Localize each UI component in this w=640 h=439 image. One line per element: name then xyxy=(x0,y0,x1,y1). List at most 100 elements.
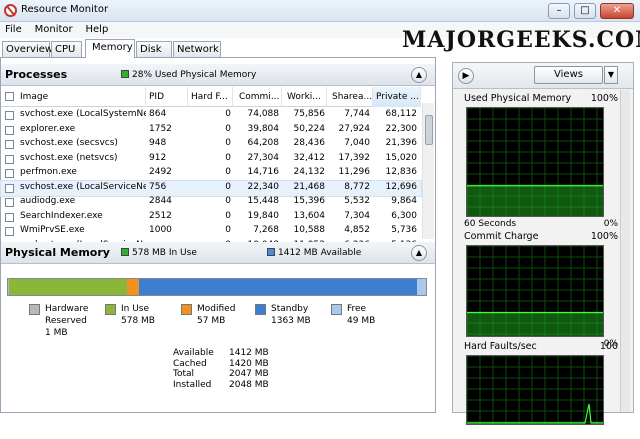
table-row[interactable]: SearchIndexer.exe 2512 0 19,840 13,604 7,304 6… xyxy=(1,210,421,225)
table-cell: 12,696 xyxy=(385,181,418,192)
table-cell: 6,300 xyxy=(391,210,417,221)
majorgeeks-logo: MAJORGEEKS.COM xyxy=(402,27,640,53)
table-cell: 2512 xyxy=(149,210,172,221)
row-checkbox[interactable] xyxy=(5,111,14,120)
table-cell: 912 xyxy=(149,152,167,163)
graph-panel: Used Physical Memory 100% 60 Seconds 0% xyxy=(458,93,628,231)
legend-label: In Use xyxy=(121,304,150,314)
select-all-checkbox[interactable] xyxy=(5,92,14,101)
legend-swatch xyxy=(331,304,342,315)
menu-help[interactable]: Help xyxy=(81,22,114,35)
menu-monitor[interactable]: Monitor xyxy=(30,22,78,35)
legend-swatch xyxy=(255,304,266,315)
table-row[interactable]: perfmon.exe 2492 0 14,716 24,132 11,296 12,836 xyxy=(1,166,421,181)
row-checkbox[interactable] xyxy=(5,140,14,149)
table-cell: audiodg.exe xyxy=(20,196,76,206)
available-info: 1412 MB Available xyxy=(267,248,361,258)
table-cell: 2844 xyxy=(149,196,172,206)
table-row[interactable]: svchost.exe (LocalSystemNet...864 0 74,088… xyxy=(1,108,421,123)
table-cell: 14,716 xyxy=(247,167,280,177)
col-commit[interactable]: Commi... xyxy=(233,87,282,107)
tab-disk[interactable]: Disk xyxy=(136,41,172,57)
collapse-physical-memory-icon[interactable]: ▲ xyxy=(411,245,427,261)
graph-pane-scrollbar[interactable] xyxy=(620,90,630,412)
graph-pane: ▶ Views ▼ Used Physical Memory 100% 60 Sec… xyxy=(452,62,634,425)
menu-file[interactable]: File xyxy=(0,22,27,35)
summary-row: Available 1412 MB xyxy=(173,348,269,359)
table-cell: 12,836 xyxy=(385,167,418,177)
table-row[interactable]: audiodg.exe 2844 0 15,448 15,396 5,532 9,864 xyxy=(1,195,421,210)
views-button[interactable]: Views xyxy=(534,66,603,84)
tab-memory[interactable]: Memory xyxy=(85,39,135,58)
graph-canvas xyxy=(466,355,604,425)
summary-label: Cached xyxy=(173,358,207,369)
table-cell: 7,744 xyxy=(344,109,370,119)
col-image[interactable]: Image xyxy=(18,87,146,107)
row-checkbox[interactable] xyxy=(5,154,14,164)
physical-memory-title: Physical Memory xyxy=(5,246,110,259)
views-dropdown-icon[interactable]: ▼ xyxy=(604,66,618,84)
tab-cpu[interactable]: CPU xyxy=(51,41,82,57)
table-cell: 4,852 xyxy=(344,225,370,235)
table-cell: svchost.exe (netsvcs) xyxy=(20,152,118,163)
table-cell: 0 xyxy=(225,123,231,134)
close-button[interactable]: ✕ xyxy=(600,3,634,19)
row-checkbox[interactable] xyxy=(5,198,14,207)
process-table-scrollbar[interactable] xyxy=(422,103,434,239)
table-cell: 27,304 xyxy=(247,152,280,163)
tab-network[interactable]: Network xyxy=(173,41,221,57)
collapse-processes-icon[interactable]: ▲ xyxy=(411,67,427,83)
table-cell: 75,856 xyxy=(293,109,326,119)
graph-title: Hard Faults/sec xyxy=(464,341,537,352)
table-row[interactable]: WmiPrvSE.exe 1000 0 7,268 10,588 4,852 5,736 xyxy=(1,224,421,239)
table-cell: 15,396 xyxy=(293,196,326,206)
table-cell: explorer.exe xyxy=(20,123,76,134)
row-checkbox[interactable] xyxy=(5,227,14,236)
graph-toolbar: ▶ Views ▼ xyxy=(453,63,633,89)
maximize-button[interactable]: □ xyxy=(574,3,596,19)
summary-value: 1412 MB xyxy=(229,348,269,358)
col-shareable[interactable]: Shareа... xyxy=(327,87,373,107)
physical-memory-bar xyxy=(7,278,427,296)
processes-header[interactable]: Processes 28% Used Physical Memory ▲ xyxy=(1,64,435,86)
table-cell: perfmon.exe xyxy=(20,167,77,177)
table-cell: 0 xyxy=(225,196,231,206)
used-memory-text: 28% Used Physical Memory xyxy=(132,70,257,80)
col-private[interactable]: Private ... xyxy=(373,87,421,107)
row-checkbox[interactable] xyxy=(5,212,14,222)
table-cell: svchost.exe (secsvcs) xyxy=(20,138,118,148)
table-cell: 9,864 xyxy=(391,196,417,206)
graph-time-label: 60 Seconds xyxy=(464,219,517,229)
table-row[interactable]: svchost.exe (LocalServiceNet...756 0 22,34… xyxy=(0,179,422,197)
graph-max-label: 100 xyxy=(599,341,618,352)
row-checkbox[interactable] xyxy=(5,169,14,178)
row-checkbox[interactable] xyxy=(5,183,14,193)
table-cell: 948 xyxy=(149,138,167,148)
bar-in-use xyxy=(9,279,127,295)
memory-panel: Processes 28% Used Physical Memory ▲ Ima… xyxy=(0,57,436,413)
col-pid[interactable]: PID xyxy=(146,87,188,107)
in-use-info: 578 MB In Use xyxy=(121,248,197,258)
in-use-swatch xyxy=(121,248,129,256)
table-cell: 21,468 xyxy=(293,181,326,192)
minimize-button[interactable]: – xyxy=(548,3,570,19)
graph-max-label: 100% xyxy=(590,93,618,104)
table-cell: WmiPrvSE.exe xyxy=(20,225,85,235)
legend-value: 1 MB xyxy=(45,328,68,338)
table-row[interactable]: explorer.exe 1752 0 39,804 50,224 27,924 22,30… xyxy=(1,123,421,138)
physical-memory-header[interactable]: Physical Memory 578 MB In Use 1412 MB Av… xyxy=(1,242,435,264)
expand-pane-icon[interactable]: ▶ xyxy=(458,68,474,84)
summary-row: Cached 1420 MB xyxy=(173,359,269,370)
table-cell: 22,300 xyxy=(385,123,418,134)
col-working[interactable]: Worki... xyxy=(282,87,327,107)
table-row[interactable]: svchost.exe (secsvcs) 948 0 64,208 28,436 7,0… xyxy=(1,137,421,152)
table-row[interactable]: svchost.exe (netsvcs) 912 0 27,304 32,412 17,… xyxy=(1,152,421,167)
row-checkbox[interactable] xyxy=(5,125,14,135)
table-cell: svchost.exe (LocalSystemNet... xyxy=(20,109,146,119)
table-cell: 11,296 xyxy=(338,167,371,177)
col-hard-faults[interactable]: Hard F... xyxy=(188,87,233,107)
scrollbar-thumb[interactable] xyxy=(425,115,433,145)
tab-overview[interactable]: Overview xyxy=(2,41,53,57)
table-cell: svchost.exe (LocalServiceNet... xyxy=(20,181,146,192)
bar-modified xyxy=(127,279,139,295)
